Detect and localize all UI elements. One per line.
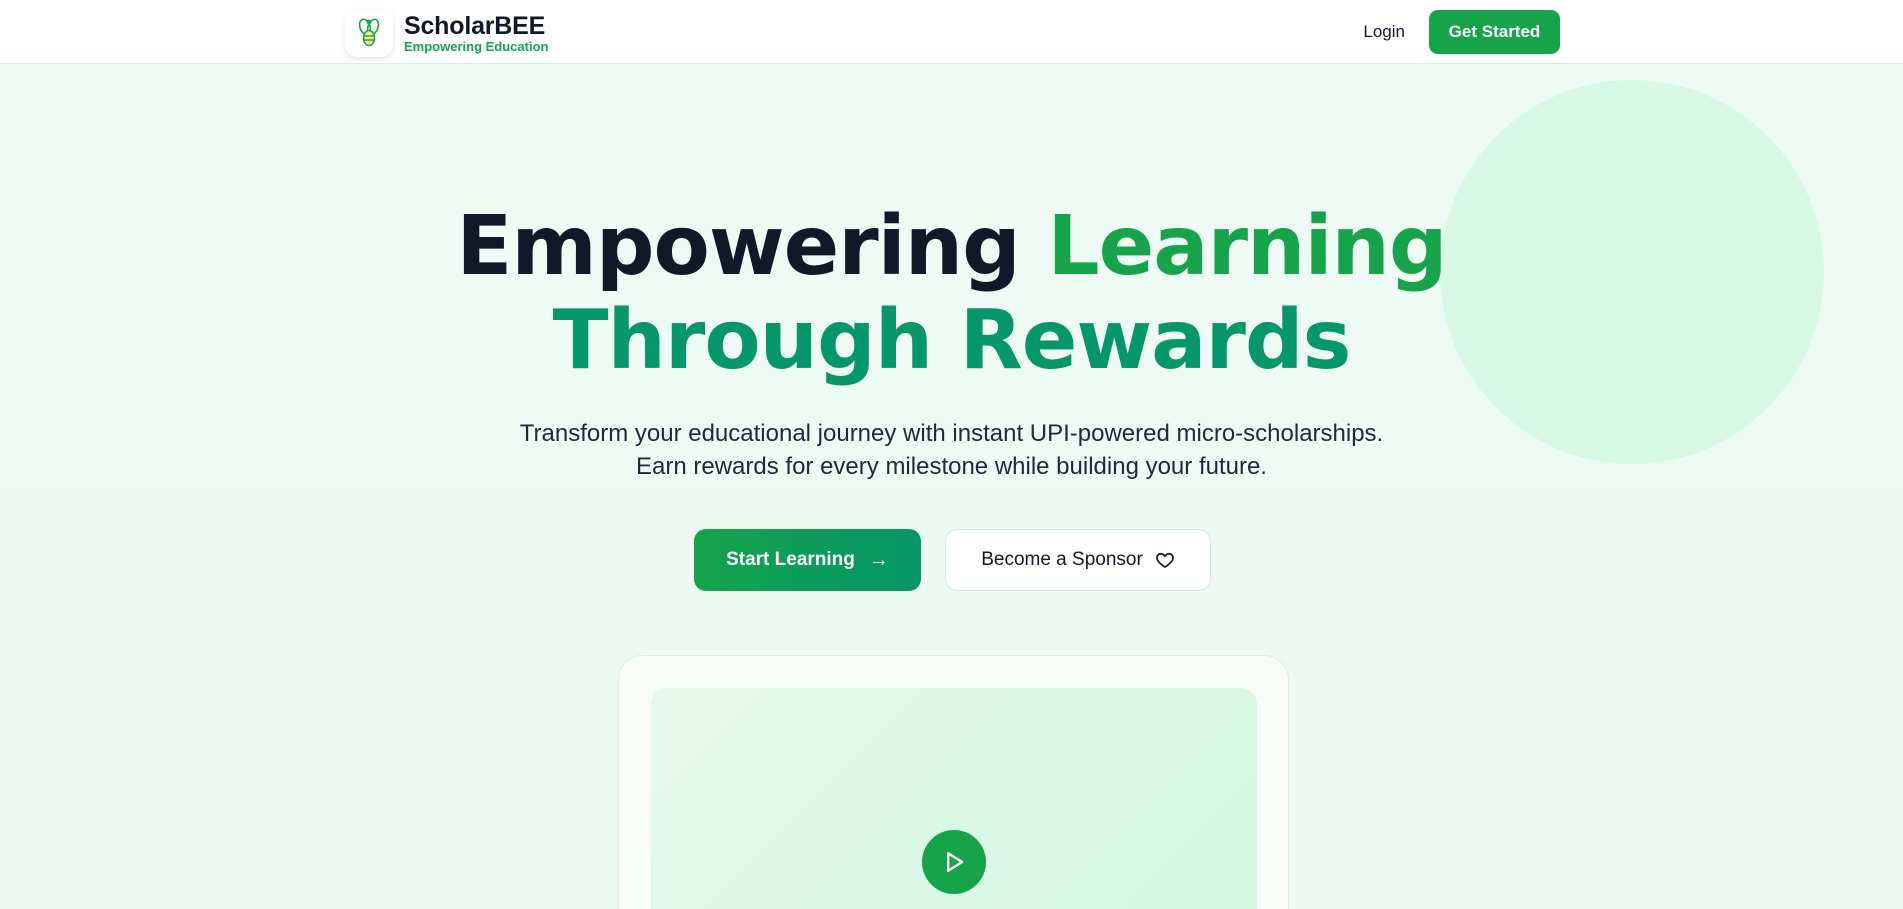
brand-name: ScholarBEE <box>404 11 546 40</box>
nav-actions: Login Get Started <box>1363 10 1560 54</box>
bee-logo-icon <box>345 9 393 57</box>
become-sponsor-button[interactable]: Become a Sponsor <box>945 529 1211 591</box>
become-sponsor-label: Become a Sponsor <box>981 549 1143 570</box>
hero-subtitle: Transform your educational journey with … <box>0 417 1903 483</box>
video-preview[interactable] <box>651 688 1257 909</box>
brand-tagline: Empowering Education <box>404 38 549 54</box>
video-preview-card <box>618 655 1289 909</box>
hero-title-word-1: Empowering <box>456 199 1020 294</box>
start-learning-label: Start Learning <box>726 549 855 570</box>
start-learning-button[interactable]: Start Learning → <box>694 529 921 591</box>
hero-title-line-2: Through Rewards <box>552 293 1352 388</box>
get-started-button[interactable]: Get Started <box>1429 10 1560 54</box>
hero-subtitle-line-1: Transform your educational journey with … <box>519 420 1384 447</box>
hero-subtitle-line-2: Earn rewards for every milestone while b… <box>636 453 1267 480</box>
brand[interactable]: ScholarBEE Empowering Education <box>345 9 548 57</box>
cta-row: Start Learning → Become a Sponsor <box>694 529 1211 591</box>
login-link[interactable]: Login <box>1363 22 1405 42</box>
brand-text: ScholarBEE Empowering Education <box>404 11 549 54</box>
top-navbar: ScholarBEE Empowering Education Login Ge… <box>0 0 1903 64</box>
hero-title-word-2: Learning <box>1047 199 1447 294</box>
heart-icon <box>1155 550 1175 570</box>
hero-section: Empowering Learning Through Rewards Tran… <box>0 65 1903 909</box>
play-icon[interactable] <box>922 830 986 894</box>
hero-title: Empowering Learning Through Rewards <box>0 200 1903 388</box>
arrow-right-icon: → <box>868 548 889 571</box>
